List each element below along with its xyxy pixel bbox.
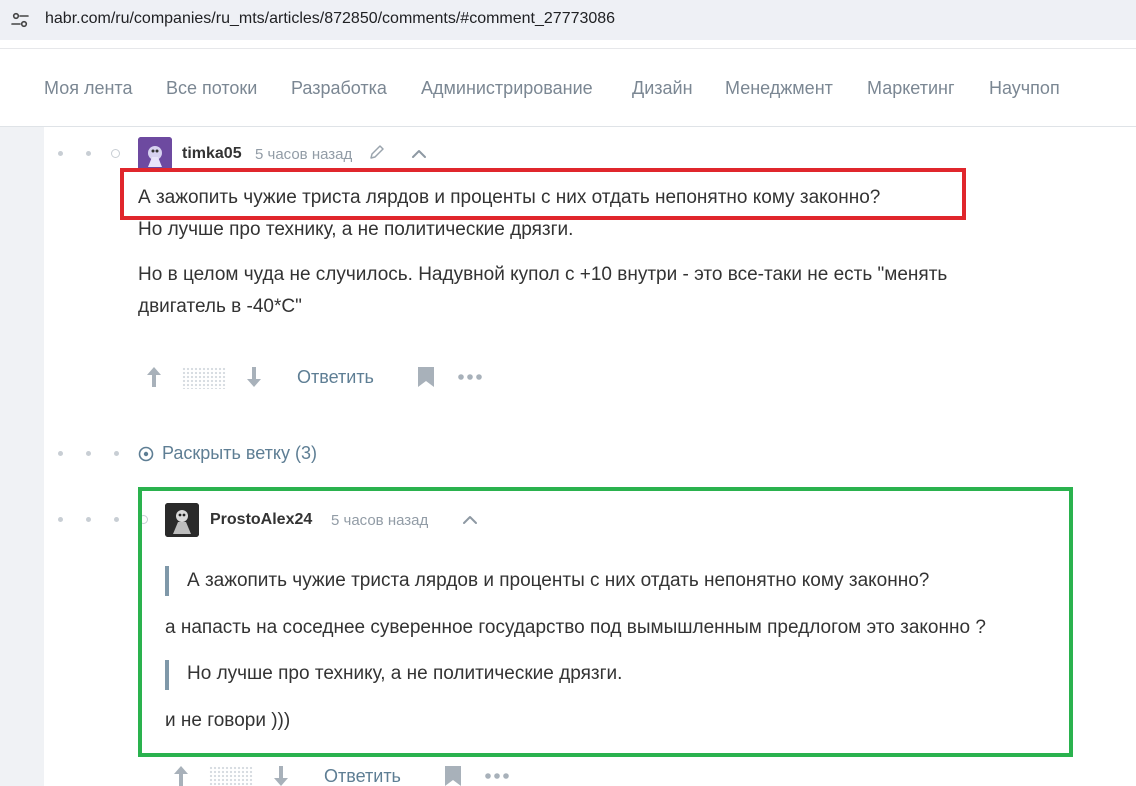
highlight-box-red: [120, 168, 966, 220]
nav-item-administration[interactable]: Администрирование: [421, 78, 593, 99]
hubs-nav: Моя лента Все потоки Разработка Админист…: [0, 48, 1136, 127]
indent-dot: [86, 517, 91, 522]
vote-down-icon[interactable]: [244, 365, 264, 394]
rating-placeholder: [209, 766, 253, 786]
nav-item-management[interactable]: Менеджмент: [725, 78, 833, 99]
vote-up-icon[interactable]: [144, 365, 164, 394]
highlight-box-green: [138, 487, 1073, 757]
rating-placeholder: [182, 367, 226, 389]
vote-up-icon[interactable]: [171, 764, 191, 786]
nav-item-all-streams[interactable]: Все потоки: [166, 78, 257, 99]
comment-text-line: двигатель в -40*С": [138, 296, 302, 317]
reply-button[interactable]: Ответить: [297, 367, 374, 388]
vote-down-icon[interactable]: [271, 764, 291, 786]
bookmark-icon[interactable]: [417, 366, 435, 393]
indent-dot: [58, 151, 63, 156]
url-text[interactable]: habr.com/ru/companies/ru_mts/articles/87…: [45, 10, 615, 28]
indent-dot: [114, 451, 119, 456]
indent-dot: [58, 451, 63, 456]
more-options-icon[interactable]: [457, 370, 485, 389]
expand-thread-label[interactable]: Раскрыть ветку (3): [162, 443, 317, 464]
avatar[interactable]: [138, 137, 172, 171]
site-settings-icon[interactable]: [8, 8, 32, 32]
indent-dot: [58, 517, 63, 522]
indent-dot: [86, 151, 91, 156]
indent-ring: [111, 149, 120, 158]
chevron-up-icon[interactable]: [410, 145, 428, 168]
nav-item-design[interactable]: Дизайн: [632, 78, 693, 99]
expand-circle-icon: [138, 446, 154, 467]
nav-item-marketing[interactable]: Маркетинг: [867, 78, 955, 99]
comment-username[interactable]: timka05: [182, 145, 242, 163]
reply-button[interactable]: Ответить: [324, 766, 401, 786]
indent-dot: [114, 517, 119, 522]
nav-item-popsci[interactable]: Научпоп: [989, 78, 1060, 99]
comment-text-line: Но в целом чуда не случилось. Надувной к…: [138, 264, 948, 285]
address-bar[interactable]: habr.com/ru/companies/ru_mts/articles/87…: [0, 0, 1136, 40]
nav-item-development[interactable]: Разработка: [291, 78, 387, 99]
indent-dot: [86, 451, 91, 456]
bookmark-icon[interactable]: [444, 765, 462, 786]
browser-address-area: habr.com/ru/companies/ru_mts/articles/87…: [0, 0, 1136, 48]
comment-time[interactable]: 5 часов назад: [255, 146, 352, 163]
more-options-icon[interactable]: [484, 769, 512, 786]
edited-pencil-icon: [368, 143, 386, 166]
nav-item-my-feed[interactable]: Моя лента: [44, 78, 132, 99]
